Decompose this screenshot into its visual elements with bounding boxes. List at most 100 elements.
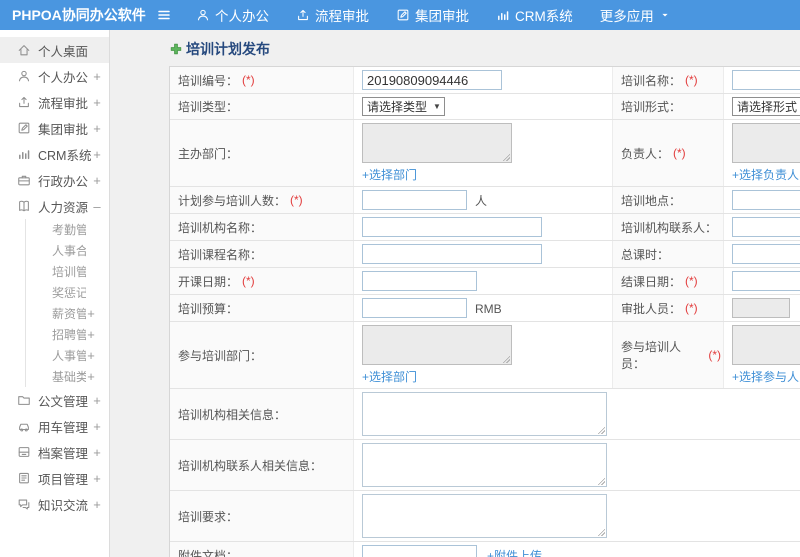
org-info-textarea[interactable] (362, 392, 607, 436)
sidebar-item-personnel[interactable]: 人事管理+ (26, 345, 109, 366)
training-no-field (362, 70, 502, 90)
end-date-label-cell: 结课日期： (*) (612, 268, 724, 294)
select-leader-link[interactable]: +选择负责人 (732, 166, 800, 183)
sidebar-item-reward-record[interactable]: 奖惩记录 (26, 282, 109, 303)
expand-toggle[interactable]: + (92, 393, 102, 408)
start-date-input[interactable] (362, 271, 477, 291)
expand-toggle[interactable]: + (92, 173, 102, 188)
expand-toggle[interactable]: + (86, 306, 96, 321)
chart-icon (17, 147, 31, 161)
end-date-field (732, 271, 800, 291)
org-contact-input[interactable] (732, 217, 800, 237)
expand-toggle[interactable]: + (92, 121, 102, 136)
required-mark: (*) (685, 301, 698, 315)
sidebar-item-salary[interactable]: 薪资管理+ (26, 303, 109, 324)
approver-field: +选择审批人员 (732, 298, 800, 318)
sidebar-item-base-category[interactable]: 基础类别设置+ (26, 366, 109, 387)
sidebar-item-archive[interactable]: 档案管理 + (0, 439, 109, 465)
planned-count-input[interactable] (362, 190, 467, 210)
attachment-input[interactable] (362, 545, 477, 557)
form-row: 培训课程名称： 总课时： (170, 241, 800, 268)
host-dept-box[interactable] (362, 123, 512, 163)
chat-icon (17, 497, 31, 511)
sidebar-item-attendance[interactable]: 考勤管理 (26, 219, 109, 240)
expand-toggle[interactable]: + (92, 497, 102, 512)
sidebar-item-personal-desktop[interactable]: 个人桌面 (0, 37, 109, 63)
training-form-field: 请选择形式▼ (732, 97, 800, 116)
sidebar-item-recruit[interactable]: 招聘管理+ (26, 324, 109, 345)
sidebar-item-vehicle[interactable]: 用车管理 + (0, 413, 109, 439)
sidebar-item-group-approval[interactable]: 集团审批 + (0, 115, 109, 141)
sidebar-item-process-approval[interactable]: 流程审批 + (0, 89, 109, 115)
org-name-field (362, 217, 542, 237)
form-row: 培训预算： RMB 审批人员：(*) +选择审批人员 (170, 295, 800, 322)
leader-box[interactable] (732, 123, 800, 163)
expand-toggle[interactable]: + (92, 445, 102, 460)
select-caret-icon: ▼ (433, 102, 441, 111)
org-contact-info-textarea[interactable] (362, 443, 607, 487)
select-participants-link[interactable]: +选择参与人员 (732, 368, 800, 385)
join-dept-box[interactable] (362, 325, 512, 365)
select-dept-link[interactable]: +选择部门 (362, 166, 512, 183)
nav-group-approval[interactable]: 集团审批 (396, 5, 469, 25)
home-icon (17, 43, 31, 57)
training-name-field (732, 70, 800, 90)
expand-toggle[interactable]: + (92, 471, 102, 486)
training-type-field: 请选择类型 ▼ (362, 97, 445, 116)
training-form-select[interactable]: 请选择形式▼ (732, 97, 800, 116)
org-info-value-cell (354, 389, 800, 439)
course-name-input[interactable] (362, 244, 542, 264)
attachment-upload-link[interactable]: +附件上传 (487, 549, 542, 557)
org-contact-label-cell: 培训机构联系人： (612, 214, 724, 240)
training-form-select-value: 请选择形式 (737, 100, 798, 114)
expand-toggle[interactable]: + (86, 348, 96, 363)
sidebar-item-personal-office[interactable]: 个人办公 + (0, 63, 109, 89)
end-date-input[interactable] (732, 271, 800, 291)
start-date-label-cell: 开课日期： (*) (170, 268, 354, 294)
upload-icon (17, 95, 31, 109)
nav-personal-office[interactable]: 个人办公 (196, 5, 269, 25)
edit-icon (17, 121, 31, 135)
sidebar-item-official-doc[interactable]: 公文管理 + (0, 387, 109, 413)
form-row: 培训机构名称： 培训机构联系人： (170, 214, 800, 241)
nav-crm[interactable]: CRM系统 (496, 5, 573, 25)
training-form-value-cell: 请选择形式▼ (724, 94, 800, 119)
leader-field: +选择负责人 (732, 123, 800, 183)
start-date-value-cell (354, 268, 612, 294)
user-icon (17, 69, 31, 83)
training-name-input[interactable] (732, 70, 800, 90)
nav-more-apps[interactable]: 更多应用 (600, 5, 671, 25)
sidebar-item-project[interactable]: 项目管理 + (0, 465, 109, 491)
expand-toggle[interactable]: + (92, 95, 102, 110)
participants-box[interactable] (732, 325, 800, 365)
expand-toggle[interactable]: + (86, 369, 96, 384)
sidebar-item-training[interactable]: 培训管理 (26, 261, 109, 282)
total-hours-input[interactable] (732, 244, 800, 264)
location-label-cell: 培训地点： (612, 187, 724, 213)
training-type-select[interactable]: 请选择类型 ▼ (362, 97, 445, 116)
expand-toggle[interactable]: + (92, 419, 102, 434)
expand-toggle[interactable]: + (92, 147, 102, 162)
expand-toggle[interactable]: + (86, 327, 96, 342)
sidebar-item-admin-office[interactable]: 行政办公 + (0, 167, 109, 193)
sidebar-item-hr[interactable]: 人力资源 – (0, 193, 109, 219)
approver-input[interactable] (732, 298, 790, 318)
nav-process-approval[interactable]: 流程审批 (296, 5, 369, 25)
sidebar-item-crm[interactable]: CRM系统 + (0, 141, 109, 167)
user-icon (196, 8, 210, 22)
budget-input[interactable] (362, 298, 467, 318)
org-contact-value-cell (724, 214, 800, 240)
requirements-textarea[interactable] (362, 494, 607, 538)
org-name-input[interactable] (362, 217, 542, 237)
location-input[interactable] (732, 190, 800, 210)
expand-toggle[interactable]: – (92, 199, 102, 214)
select-dept-link[interactable]: +选择部门 (362, 368, 512, 385)
form-row: 主办部门： +选择部门 负责人： (*) +选择负责人 (170, 120, 800, 187)
expand-toggle[interactable]: + (92, 69, 102, 84)
sidebar-subitem-label: 薪资管理 (52, 307, 86, 321)
training-no-input[interactable] (362, 70, 502, 90)
hamburger-menu-icon[interactable] (156, 7, 172, 23)
sidebar-item-knowledge[interactable]: 知识交流 + (0, 491, 109, 517)
training-form-label-cell: 培训形式： (612, 94, 724, 119)
sidebar-item-hr-contract[interactable]: 人事合同 (26, 240, 109, 261)
